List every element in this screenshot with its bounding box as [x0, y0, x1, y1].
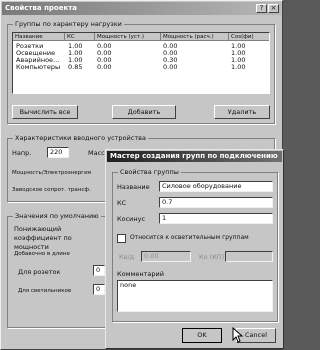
table-cell: 0.85	[68, 63, 83, 71]
cos-input[interactable]: 1	[159, 213, 273, 224]
window-titlebar[interactable]: Свойства проекта ? ×	[2, 2, 281, 15]
mouse-cursor-icon	[232, 327, 244, 343]
k1-label: Кв/д	[119, 253, 135, 261]
load-groups-title: Группы по характеру нагрузки	[13, 20, 124, 28]
lighting-label: Для светильников	[18, 288, 72, 294]
name-label: Название	[117, 183, 150, 191]
table-cell: 0.00	[97, 63, 112, 71]
default-values-title: Значения по умолчанию	[13, 212, 101, 220]
reduction-coef-label: Понижающий коэффициент по мощности	[14, 225, 72, 251]
column-header[interactable]: Cos(фи)	[229, 33, 269, 41]
column-header[interactable]: Название	[13, 33, 65, 41]
window-title: Свойства проекта	[5, 4, 78, 12]
calculate-all-button[interactable]: Вычислить все	[12, 105, 78, 119]
table-cell: 0.00	[163, 63, 178, 71]
lighting-groups-checkbox[interactable]	[117, 234, 126, 243]
sockets-label: Для розеток	[18, 268, 61, 276]
transformer-resistance-label: Заводское сопрот. трансф.	[12, 187, 91, 193]
help-button[interactable]: ?	[256, 4, 267, 13]
kc-label: КС	[117, 199, 127, 207]
input-device-title: Характеристики вводного устройства	[13, 134, 148, 142]
lighting-groups-label: Относится к осветительным группам	[130, 234, 249, 241]
table-cell: 1.00	[231, 63, 246, 71]
comment-textarea[interactable]: none	[117, 280, 273, 312]
k1-input[interactable]: 0.00	[141, 251, 191, 262]
default-values-frame: Значения по умолчанию Понижающий коэффиц…	[7, 212, 107, 328]
sockets-input[interactable]: 0	[93, 265, 105, 276]
dialog-titlebar[interactable]: Мастер создания групп по подключению	[107, 151, 282, 162]
name-input[interactable]: Силовое оборудование	[159, 181, 273, 192]
mass-label: Масс	[88, 149, 105, 157]
added-length-label: Добавочно в длине	[14, 251, 70, 257]
k2-input[interactable]	[225, 251, 273, 262]
close-button[interactable]: ×	[268, 4, 279, 13]
group-properties-title: Свойства группы	[118, 168, 181, 176]
column-header[interactable]: Мощность (расч.)	[161, 33, 229, 41]
column-header[interactable]: КС	[65, 33, 95, 41]
dialog-title: Мастер создания групп по подключению	[110, 152, 278, 160]
column-header[interactable]: Мощность (уст.)	[95, 33, 161, 41]
add-button[interactable]: Добавить	[112, 105, 176, 119]
group-wizard-dialog: Мастер создания групп по подключению Сво…	[105, 149, 284, 349]
voltage-label: Напр.	[12, 149, 32, 157]
power-label: Мощность/Электроэнергия	[12, 170, 91, 176]
kc-input[interactable]: 0.7	[159, 197, 273, 208]
project-properties-window: Свойства проекта ? × Группы по характеру…	[0, 0, 284, 350]
group-properties-frame: Свойства группы Название Силовое оборудо…	[112, 168, 278, 322]
k2-label: Ко (КП)	[199, 253, 225, 261]
lighting-input[interactable]: 0	[93, 284, 105, 295]
ok-button[interactable]: OK	[182, 328, 222, 343]
table-cell: Компьютеры	[16, 63, 61, 71]
load-groups-frame: Группы по характеру нагрузки Название КС…	[7, 20, 275, 124]
delete-button[interactable]: Удалить	[214, 105, 270, 119]
voltage-input[interactable]: 220	[47, 147, 69, 158]
comment-label: Комментарий	[117, 270, 164, 278]
cos-label: Косинус	[117, 215, 146, 223]
load-groups-table[interactable]: Название КС Мощность (уст.) Мощность (ра…	[12, 32, 270, 94]
